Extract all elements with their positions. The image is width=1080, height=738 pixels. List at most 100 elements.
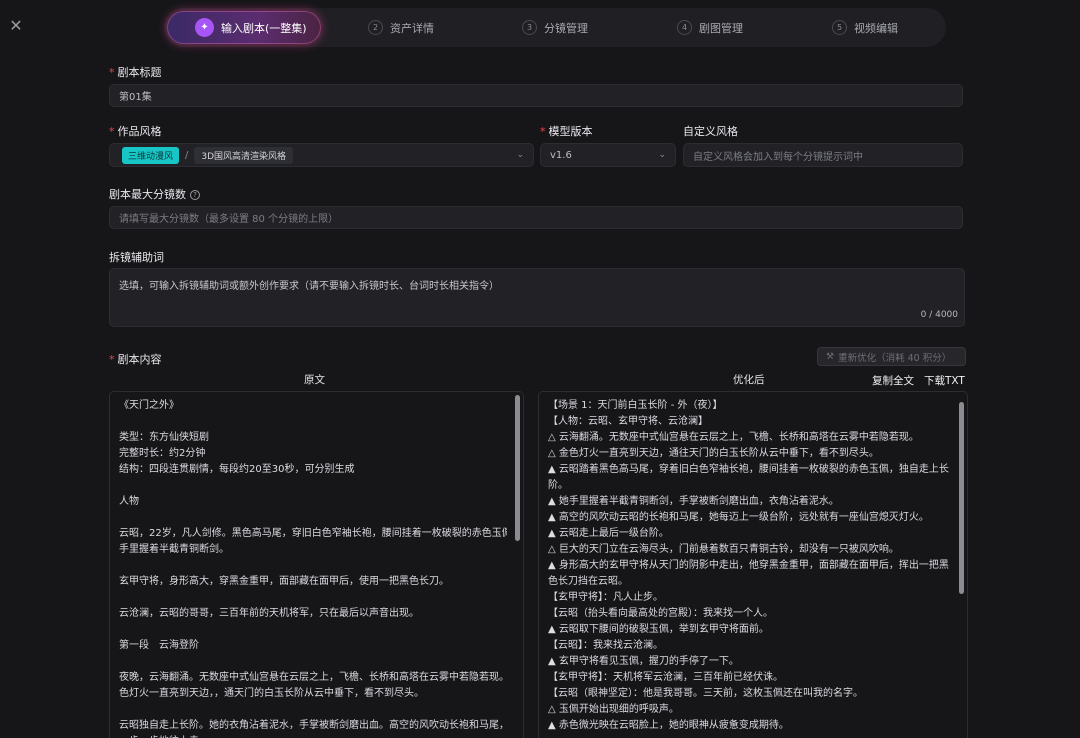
input-placeholder: 自定义风格会加入到每个分镜提示词中: [693, 151, 863, 163]
aux-words-textarea[interactable]: 选填，可输入拆镜辅助词或额外创作要求（请不要输入拆镜时长、台词时长相关指令） 0…: [109, 268, 965, 327]
required-mark: *: [109, 66, 115, 79]
aux-words-label: 拆镜辅助词: [109, 251, 164, 264]
label-text: 剧本最大分镜数: [109, 188, 186, 201]
input-value: 第01集: [119, 92, 152, 103]
download-txt-button[interactable]: 下载TXT: [924, 373, 965, 388]
style-tag: 三维动漫风: [122, 146, 180, 164]
required-mark: *: [109, 353, 115, 366]
char-counter: 0 / 4000: [920, 310, 958, 320]
script-content-label: * 剧本内容: [109, 351, 162, 367]
step-label: 输入剧本(一整集): [221, 21, 307, 35]
close-icon[interactable]: ✕: [8, 18, 24, 34]
text-line: △ 玉佩开始出现细的呼吸声。: [548, 704, 679, 715]
text-line: 云昭独自走上长阶。她的衣角沾着泥水，手掌被断剑磨出血。高空的风吹动长袍和马尾，她: [119, 720, 507, 731]
text-line: 云沧澜，云昭的哥哥，三百年前的天机将军，只在最后以声音出现。: [119, 608, 419, 619]
style-select[interactable]: 三维动漫风 / 3D国风高清渲染风格 ⌄: [109, 143, 534, 167]
text-line: ▲ 赤色微光映在云昭脸上，她的眼神从疲惫变成期待。: [548, 720, 789, 731]
max-shots-label: 剧本最大分镜数?: [109, 186, 200, 202]
text-line: [119, 702, 507, 718]
required-mark: *: [540, 125, 546, 138]
text-line: 云昭，22岁，凡人剑修。黑色高马尾，穿旧白色窄袖长袍，腰间挂着一枚破裂的赤色玉佩…: [119, 528, 507, 539]
help-icon[interactable]: ?: [190, 190, 200, 200]
text-line: 阶。: [548, 480, 568, 491]
step-image-management[interactable]: 4 剧图管理: [677, 8, 743, 47]
original-column-title: 原文: [304, 374, 325, 386]
input-placeholder: 请填写最大分镜数（最多设置 80 个分镜的上限）: [119, 214, 339, 225]
magic-wand-icon: ⚒: [826, 351, 835, 362]
text-line: ▲ 她手里握着半截青铜断剑，手掌被断剑磨出血，衣角沾着泥水。: [548, 496, 839, 507]
text-line: [119, 414, 507, 430]
text-line: 《天门之外》: [119, 400, 179, 411]
step-nav: ✦ 输入剧本(一整集) 2 资产详情 3 分镜管理 4 剧图管理 5 视频编辑: [164, 8, 946, 47]
text-line: [119, 622, 507, 638]
script-title-input[interactable]: 第01集: [109, 84, 963, 107]
custom-style-input[interactable]: 自定义风格会加入到每个分镜提示词中: [683, 143, 963, 167]
optimized-text-panel[interactable]: 【场景 1：天门前白玉长阶 - 外（夜）】 【人物：云昭、玄甲守将、云沧澜】 △ 云…: [538, 391, 968, 738]
text-line: 【云昭（眼神坚定）：他是我哥哥。三天前，这枚玉佩还在叫我的名字。: [548, 688, 863, 699]
chevron-down-icon: ⌄: [658, 150, 666, 160]
label-text: 作品风格: [117, 125, 162, 138]
original-text-panel[interactable]: 《天门之外》 类型：东方仙侠短剧 完整时长：约2分钟 结构：四段连贯剧情，每段约20至…: [109, 391, 524, 738]
style-sub-tag: 3D国风高清渲染风格: [194, 146, 294, 164]
text-line: [119, 590, 507, 606]
label-text: 模型版本: [548, 125, 593, 138]
step-input-script[interactable]: ✦ 输入剧本(一整集): [167, 11, 321, 44]
tag-text: 三维动漫风: [128, 151, 174, 162]
custom-style-label: 自定义风格: [683, 125, 738, 138]
text-line: ▲ 身形高大的玄甲守将从天门的阴影中走出，他穿黑金重甲，面部藏在面甲后，挥出一把…: [548, 560, 949, 571]
model-select[interactable]: v1.6 ⌄: [540, 143, 676, 167]
text-line: 手里握着半截青铜断剑。: [119, 544, 229, 555]
text-line: 一步一步地往上走。: [119, 734, 507, 738]
sparkle-icon: ✦: [195, 18, 214, 37]
chevron-down-icon: ⌄: [516, 150, 524, 160]
step-asset-details[interactable]: 2 资产详情: [368, 8, 434, 47]
script-title-label: * 剧本标题: [109, 64, 162, 80]
text-line: ▲ 云昭取下腰间的破裂玉佩，举到玄甲守将面前。: [548, 624, 769, 635]
text-line: 完整时长：约2分钟: [119, 448, 206, 459]
step-number: 4: [677, 20, 692, 35]
required-mark: *: [109, 125, 115, 138]
step-number: 3: [522, 20, 537, 35]
text-line: 【云昭（抬头看向最高处的宫殿）：我来找一个人。: [548, 608, 773, 619]
reoptimize-button[interactable]: ⚒ 重新优化（消耗 40 积分）: [817, 347, 966, 366]
text-line: 第一段 云海登阶: [119, 640, 199, 651]
text-line: 【场景 1：天门前白玉长阶 - 外（夜）】: [548, 400, 723, 411]
step-number: 5: [832, 20, 847, 35]
text-line: 【云昭】：我来找云沧澜。: [548, 640, 663, 651]
text-line: 【玄甲守将】：凡人止步。: [548, 592, 663, 603]
step-shot-management[interactable]: 3 分镜管理: [522, 8, 588, 47]
step-number: 2: [368, 20, 383, 35]
text-line: 【玄甲守将】：天机将军云沧澜，三百年前已经伏诛。: [548, 672, 783, 683]
text-line: 结构：四段连贯剧情，每段约20至30秒，可分别生成: [119, 464, 355, 475]
textarea-placeholder: 选填，可输入拆镜辅助词或额外创作要求（请不要输入拆镜时长、台词时长相关指令）: [119, 281, 499, 292]
step-label: 视频编辑: [854, 21, 898, 35]
model-label: * 模型版本: [540, 123, 593, 139]
style-separator: /: [185, 149, 189, 161]
text-line: △ 巨大的天门立在云海尽头，门前悬着数百只青铜古铃，却没有一只被风吹响。: [548, 544, 899, 555]
step-video-edit[interactable]: 5 视频编辑: [832, 8, 898, 47]
scrollbar-thumb[interactable]: [959, 402, 964, 594]
copy-all-button[interactable]: 复制全文: [872, 373, 914, 388]
text-line: △ 云海翻涌。无数座中式仙宫悬在云层之上，飞檐、长桥和高塔在云雾中若隐若现。: [548, 432, 919, 443]
scrollbar-thumb[interactable]: [515, 395, 520, 541]
label-text: 剧本内容: [117, 353, 162, 366]
step-label: 分镜管理: [544, 21, 588, 35]
text-line: 玄甲守将，身形高大，穿黑金重甲，面部藏在面甲后，使用一把黑色长刀。: [119, 576, 449, 587]
text-line: [119, 510, 507, 526]
max-shots-input[interactable]: 请填写最大分镜数（最多设置 80 个分镜的上限）: [109, 206, 963, 229]
text-line: [119, 558, 507, 574]
text-line: [119, 654, 507, 670]
original-text-lines: 《天门之外》 类型：东方仙侠短剧 完整时长：约2分钟 结构：四段连贯剧情，每段约20至…: [119, 398, 507, 738]
text-line: △ 金色灯火一直亮到天边，通往天门的白玉长阶从云中垂下，看不到尽头。: [548, 448, 879, 459]
text-line: ▲ 玄甲守将看见玉佩，握刀的手停了一下。: [548, 656, 739, 667]
optimized-text-lines: 【场景 1：天门前白玉长阶 - 外（夜）】 【人物：云昭、玄甲守将、云沧澜】 △ 云…: [548, 398, 951, 734]
text-line: 色灯火一直亮到天边，，通天门的白玉长阶从云中垂下，看不到尽头。: [119, 688, 424, 699]
text-line: ▲ 高空的风吹动云昭的长袍和马尾，她每迈上一级台阶，远处就有一座仙宫熄灭灯火。: [548, 512, 929, 523]
text-line: 人物: [119, 496, 139, 507]
select-value: v1.6: [550, 149, 572, 161]
style-label: * 作品风格: [109, 123, 162, 139]
optimized-column-title: 优化后: [733, 374, 765, 386]
text-line: [119, 478, 507, 494]
step-label: 资产详情: [390, 21, 434, 35]
text-line: 夜晚，云海翻涌。无数座中式仙宫悬在云层之上，飞檐、长桥和高塔在云雾中若隐若现。金: [119, 672, 507, 683]
